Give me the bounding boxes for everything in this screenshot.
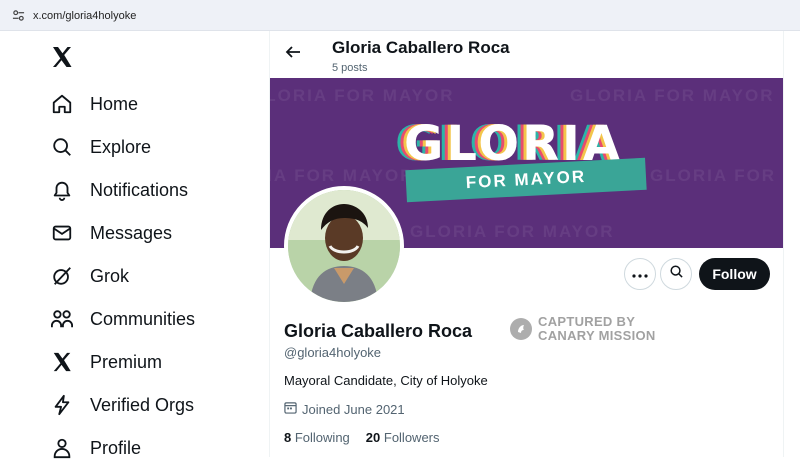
arrow-left-icon: [285, 44, 301, 65]
header-post-count: 5 posts: [332, 62, 368, 74]
calendar-icon: [284, 401, 297, 417]
banner-subtitle: FOR MAYOR: [465, 166, 587, 193]
search-icon: [669, 264, 684, 284]
watermark-line2: CANARY MISSION: [538, 328, 656, 343]
browser-address-bar: x.com/gloria4holyoke: [0, 0, 800, 31]
sidebar-item-label: Explore: [90, 136, 152, 157]
sidebar: Home Explore Notifications Messages Grok…: [0, 31, 270, 459]
people-icon: [50, 307, 74, 331]
x-premium-icon: [50, 350, 74, 374]
followers-count: 20: [365, 430, 381, 445]
more-options-button[interactable]: [624, 258, 656, 290]
more-icon: [632, 265, 648, 283]
header-title: Gloria Caballero Roca: [332, 38, 510, 57]
profile-name: Gloria Caballero Roca: [284, 321, 473, 341]
back-button[interactable]: [282, 43, 304, 65]
banner-pattern-text: GLORIA FOR MAYOR: [570, 86, 775, 105]
sidebar-item-verified-orgs[interactable]: Verified Orgs: [50, 389, 194, 421]
banner-pattern-text: GLORIA FOR MAYOR: [270, 166, 415, 185]
profile-bio: Mayoral Candidate, City of Holyoke: [284, 373, 488, 388]
site-settings-icon[interactable]: [7, 9, 29, 22]
banner-pattern-text: GLORIA FOR MAYOR: [270, 86, 455, 105]
sidebar-item-profile[interactable]: Profile: [50, 432, 141, 464]
url-text: x.com/gloria4holyoke: [33, 9, 137, 22]
sidebar-item-label: Home: [90, 93, 139, 114]
sidebar-item-label: Notifications: [90, 179, 189, 200]
search-profile-button[interactable]: [660, 258, 692, 290]
x-logo-icon[interactable]: [50, 45, 74, 69]
grok-icon: [50, 264, 74, 288]
sidebar-item-label: Communities: [90, 308, 196, 329]
sidebar-item-grok[interactable]: Grok: [50, 260, 129, 292]
sidebar-item-notifications[interactable]: Notifications: [50, 174, 188, 206]
sidebar-item-label: Verified Orgs: [90, 394, 195, 415]
sidebar-item-communities[interactable]: Communities: [50, 303, 195, 335]
sidebar-item-label: Messages: [90, 222, 173, 243]
home-icon: [50, 92, 74, 116]
follow-button[interactable]: Follow: [699, 258, 770, 290]
lightning-icon: [50, 393, 74, 417]
joined-date: Joined June 2021: [284, 401, 405, 417]
watermark-line1: CAPTURED BY: [538, 314, 636, 329]
following-link[interactable]: 8 Following: [284, 430, 350, 445]
sidebar-item-label: Premium: [90, 351, 163, 372]
sidebar-item-messages[interactable]: Messages: [50, 217, 172, 249]
avatar[interactable]: [284, 186, 404, 306]
banner-pattern-text: GLORIA FOR MAYOR: [410, 222, 615, 241]
mail-icon: [50, 221, 74, 245]
sidebar-item-home[interactable]: Home: [50, 88, 138, 120]
sidebar-item-explore[interactable]: Explore: [50, 131, 151, 163]
profile-handle: @gloria4holyoke: [284, 345, 382, 360]
watermark-text: CAPTURED BY CANARY MISSION: [538, 315, 656, 343]
following-count: 8: [284, 430, 292, 445]
joined-label: Joined June 2021: [302, 401, 405, 417]
bell-icon: [50, 178, 74, 202]
canary-mission-watermark: CAPTURED BY CANARY MISSION: [510, 315, 656, 343]
sidebar-item-premium[interactable]: Premium: [50, 346, 162, 378]
following-label: Following: [294, 430, 350, 445]
followers-link[interactable]: 20 Followers: [366, 430, 440, 445]
search-icon: [50, 135, 74, 159]
url-field[interactable]: x.com/gloria4holyoke: [3, 4, 797, 27]
profile-column: Gloria Caballero Roca 5 posts GLORIA FOR…: [270, 31, 783, 457]
canary-bird-icon: [510, 318, 532, 340]
sidebar-item-label: Profile: [90, 437, 142, 458]
banner-pattern-text: GLORIA FOR MAYOR: [650, 166, 783, 185]
followers-label: Followers: [383, 430, 440, 445]
follow-stats: 8 Following 20 Followers: [284, 430, 440, 445]
sidebar-item-label: Grok: [90, 265, 130, 286]
main-divider: [783, 31, 784, 457]
person-icon: [50, 436, 74, 460]
